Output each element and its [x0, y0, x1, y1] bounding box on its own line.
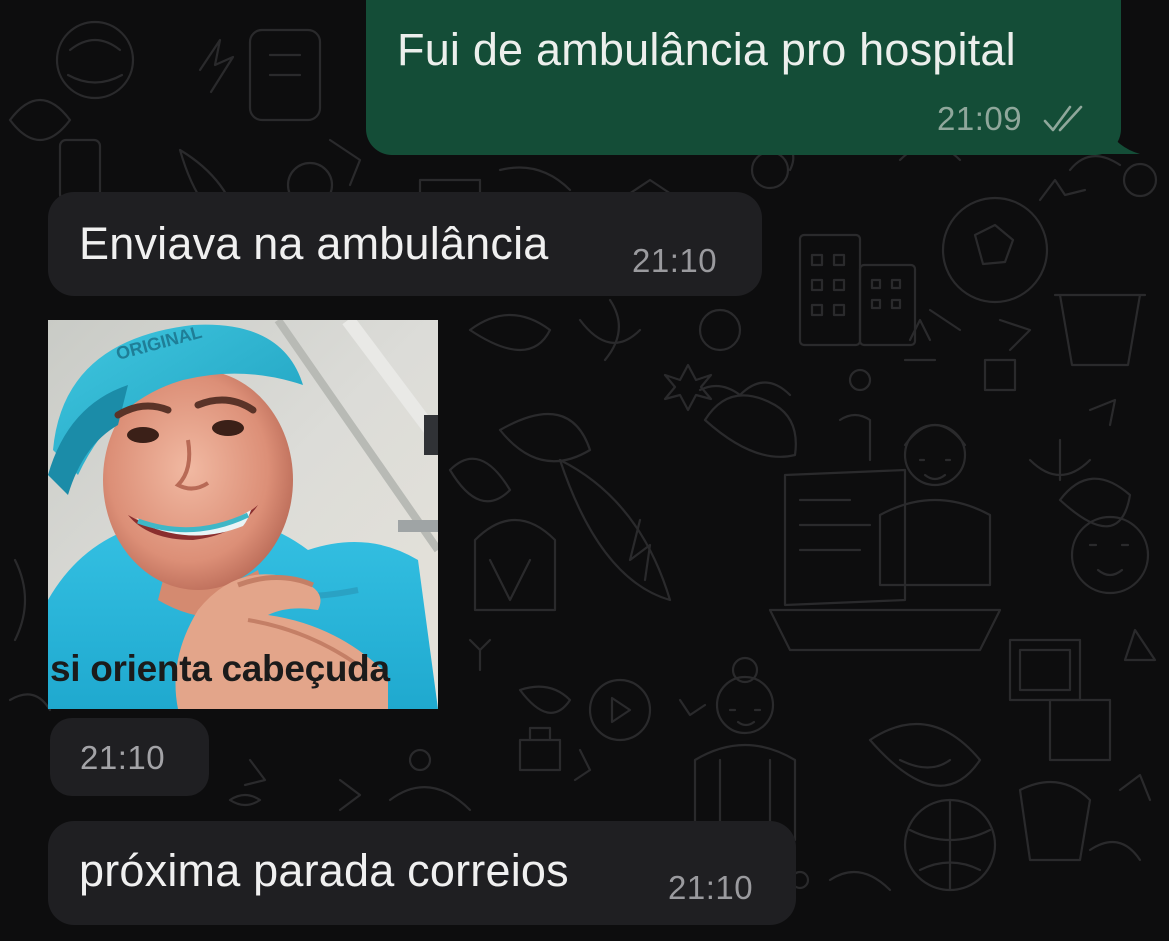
incoming-message-bubble[interactable]: Enviava na ambulância 21:10 — [48, 192, 762, 296]
outgoing-message-bubble[interactable]: Fui de ambulância pro hospital 21:09 — [366, 0, 1121, 155]
double-check-icon — [1043, 105, 1083, 132]
chat-view: Fui de ambulância pro hospital 21:09 Env… — [0, 0, 1169, 941]
sticker-timestamp-pill: 21:10 — [50, 718, 209, 796]
message-text: Fui de ambulância pro hospital — [397, 24, 1016, 75]
message-text: próxima parada correios — [79, 845, 569, 896]
message-timestamp: 21:10 — [80, 739, 166, 776]
sticker-caption: si orienta cabeçuda — [50, 648, 390, 689]
message-timestamp: 21:10 — [632, 242, 718, 279]
message-timestamp: 21:10 — [668, 869, 754, 906]
outgoing-bubble-tail — [1100, 116, 1140, 154]
message-text: Enviava na ambulância — [79, 218, 549, 269]
incoming-message-bubble[interactable]: próxima parada correios 21:10 — [48, 821, 796, 925]
sticker-image[interactable]: ORIGINAL si orienta cabeçuda — [48, 320, 438, 709]
message-timestamp: 21:09 — [937, 100, 1023, 137]
